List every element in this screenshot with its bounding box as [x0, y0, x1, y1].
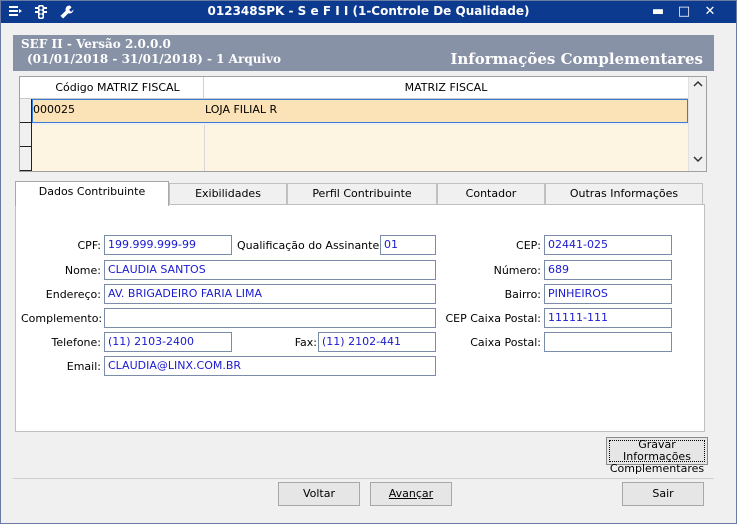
column-header-codigo[interactable]: Código MATRIZ FISCAL	[32, 77, 204, 98]
header-band: SEF II - Versão 2.0.0.0 (01/01/2018 - 31…	[13, 35, 714, 71]
telefone-label: Telefone:	[51, 336, 102, 349]
grid-body: 000025 LOJA FILIAL R	[20, 99, 688, 171]
complemento-field[interactable]	[104, 308, 436, 328]
tab-outras-informacoes[interactable]: Outras Informações	[545, 183, 703, 205]
section-title: Informações Complementares	[450, 50, 703, 68]
tab-exibilidades[interactable]: Exibilidades	[169, 183, 287, 205]
table-row[interactable]: 000025 LOJA FILIAL R	[32, 99, 688, 123]
complemento-label: Complemento:	[21, 312, 103, 325]
tab-contador[interactable]: Contador	[437, 183, 545, 205]
gravar-label-line2: Complementares	[609, 462, 705, 475]
cell-matriz[interactable]: LOJA FILIAL R	[205, 100, 685, 122]
gravar-label-line1: Gravar Informações	[623, 438, 691, 463]
sair-button[interactable]: Sair	[622, 482, 704, 506]
maximize-icon[interactable]: □	[675, 4, 693, 20]
caixa-postal-label: Caixa Postal:	[470, 336, 541, 349]
tab-bar: Dados Contribuinte Exibilidades Perfil C…	[15, 181, 705, 206]
title-bar: 012348SPK - S e F I I (1-Controle De Qua…	[1, 1, 736, 23]
cep-caixa-postal-field[interactable]: 11111-111	[544, 308, 672, 328]
period-label: (01/01/2018 - 31/01/2018) - 1 Arquivo	[27, 52, 281, 66]
tab-dados-contribuinte[interactable]: Dados Contribuinte	[15, 181, 169, 206]
window-title: 012348SPK - S e F I I (1-Controle De Qua…	[207, 4, 530, 18]
caixa-postal-field[interactable]	[544, 332, 672, 352]
cpf-field[interactable]: 199.999.999-99	[104, 235, 232, 255]
email-label: Email:	[66, 360, 101, 373]
grid-empty-area	[32, 125, 688, 171]
cell-codigo[interactable]: 000025	[33, 100, 203, 122]
grid-scrollbar[interactable]	[688, 77, 706, 171]
cep-field[interactable]: 02441-025	[544, 235, 672, 255]
menu-icon[interactable]	[7, 4, 23, 20]
wrench-icon[interactable]	[59, 4, 75, 20]
qualificacao-label: Qualificação do Assinante:	[237, 239, 383, 252]
avancar-button[interactable]: Avançar	[370, 482, 452, 506]
version-label: SEF II - Versão 2.0.0.0	[21, 37, 171, 51]
nome-field[interactable]: CLAUDIA SANTOS	[104, 260, 436, 280]
footer-bar	[13, 478, 714, 514]
qualificacao-field[interactable]: 01	[380, 235, 436, 255]
row-indicator[interactable]	[20, 147, 32, 171]
voltar-button[interactable]: Voltar	[278, 482, 360, 506]
bairro-label: Bairro:	[504, 288, 541, 301]
gravar-informacoes-button[interactable]: Gravar Informações Complementares	[606, 437, 708, 475]
row-indicator[interactable]	[20, 99, 32, 123]
endereco-field[interactable]: AV. BRIGADEIRO FARIA LIMA	[104, 284, 436, 304]
main-window: 012348SPK - S e F I I (1-Controle De Qua…	[0, 0, 737, 524]
nome-label: Nome:	[64, 264, 101, 277]
traffic-light-icon[interactable]	[33, 4, 49, 20]
email-field[interactable]: CLAUDIA@LINX.COM.BR	[104, 356, 436, 376]
endereco-label: Endereço:	[45, 288, 101, 301]
cep-caixa-postal-label: CEP Caixa Postal:	[445, 312, 541, 325]
column-header-matriz[interactable]: MATRIZ FISCAL	[204, 77, 688, 98]
fax-label: Fax:	[294, 336, 317, 349]
cpf-label: CPF:	[77, 239, 102, 252]
scroll-down-icon[interactable]	[689, 153, 707, 169]
fax-field[interactable]: (11) 2102-441	[318, 332, 436, 352]
column-separator	[204, 125, 205, 171]
scroll-up-icon[interactable]	[689, 78, 707, 94]
close-icon[interactable]: ✕	[701, 4, 719, 20]
tab-perfil-contribuinte[interactable]: Perfil Contribuinte	[287, 183, 437, 205]
bairro-field[interactable]: PINHEIROS	[544, 284, 672, 304]
numero-field[interactable]: 689	[544, 260, 672, 280]
row-indicator[interactable]	[20, 123, 32, 147]
cep-label: CEP:	[516, 239, 541, 252]
minimize-icon[interactable]: ▬	[649, 4, 667, 20]
telefone-field[interactable]: (11) 2103-2400	[104, 332, 232, 352]
numero-label: Número:	[493, 264, 541, 277]
grid-header: Código MATRIZ FISCAL MATRIZ FISCAL	[20, 77, 688, 99]
matriz-fiscal-grid: Código MATRIZ FISCAL MATRIZ FISCAL 00002…	[19, 76, 707, 172]
